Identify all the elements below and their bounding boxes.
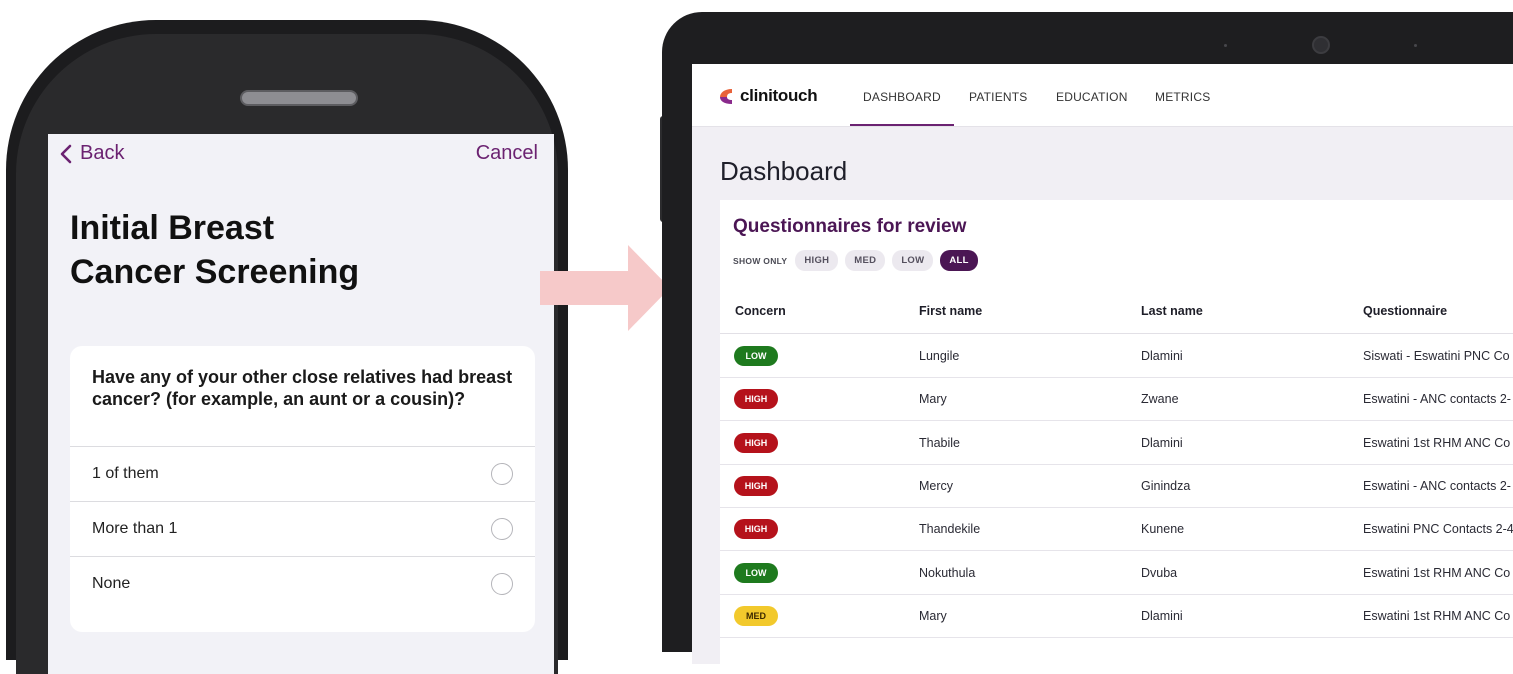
tab-education[interactable]: EDUCATION xyxy=(1056,90,1128,104)
questionnaire-title-line: Cancer Screening xyxy=(70,253,360,291)
back-button[interactable]: Back xyxy=(60,142,124,165)
camera-icon xyxy=(1312,36,1330,54)
cell-last: Kunene xyxy=(1141,522,1185,537)
cell-first: Mercy xyxy=(919,478,954,493)
concern-badge: LOW xyxy=(734,346,778,366)
brand-logo[interactable]: clinitouch xyxy=(718,86,818,106)
answer-option[interactable]: None xyxy=(70,557,535,611)
questionnaire-title: Initial Breast Cancer Screening xyxy=(70,206,530,294)
tablet-screen: clinitouch DASHBOARD PATIENTS EDUCATION … xyxy=(692,64,1513,664)
tab-dashboard[interactable]: DASHBOARD xyxy=(850,90,954,126)
radio-empty-icon[interactable] xyxy=(491,463,513,485)
cell-first: Thabile xyxy=(919,435,960,450)
table-row[interactable]: HIGH Mercy Ginindza Eswatini - ANC contacts… xyxy=(720,464,1513,508)
radio-empty-icon[interactable] xyxy=(491,573,513,595)
cell-questionnaire: Siswati - Eswatini PNC Co xyxy=(1363,349,1510,363)
cell-questionnaire: Eswatini - ANC contacts 2- xyxy=(1363,478,1511,493)
answer-option[interactable]: 1 of them xyxy=(70,447,535,502)
cell-last: Ginindza xyxy=(1141,478,1191,493)
column-header-concern[interactable]: Concern xyxy=(735,304,786,318)
table-row[interactable]: HIGH Thandekile Kunene Eswatini PNC Contact… xyxy=(720,507,1513,552)
phone-nav-bar: Back Cancel xyxy=(48,142,554,178)
page-title: Dashboard xyxy=(720,156,848,186)
concern-badge: HIGH xyxy=(734,432,778,453)
panel-title: Questionnaires for review xyxy=(733,216,967,237)
sensor-dot xyxy=(1224,44,1227,47)
cancel-button[interactable]: Cancel xyxy=(476,142,538,165)
top-navigation: clinitouch DASHBOARD PATIENTS EDUCATION … xyxy=(692,64,1513,127)
question-card: Have any of your other close relatives h… xyxy=(70,346,535,632)
table-row[interactable]: HIGH Thabile Dlamini Eswatini 1st RHM ANC C… xyxy=(720,421,1513,465)
column-header-last-name[interactable]: Last name xyxy=(1141,304,1203,318)
phone-screen: Back Cancel Initial Breast Cancer Screen… xyxy=(48,134,554,674)
column-header-questionnaire[interactable]: Questionnaire xyxy=(1363,304,1447,318)
right-arrow-icon xyxy=(540,245,670,331)
tablet-device: clinitouch DASHBOARD PATIENTS EDUCATION … xyxy=(662,12,1513,664)
cell-last: Zwane xyxy=(1141,392,1179,407)
filter-med[interactable]: MED xyxy=(845,250,886,271)
chevron-left-icon xyxy=(60,144,72,163)
column-header-first-name[interactable]: First name xyxy=(919,304,982,318)
table-row[interactable]: HIGH Mary Zwane Eswatini - ANC contacts 2- xyxy=(720,377,1513,422)
answer-option[interactable]: More than 1 xyxy=(70,502,535,557)
filter-all[interactable]: ALL xyxy=(940,250,978,271)
cell-questionnaire: Eswatini 1st RHM ANC Co xyxy=(1363,608,1511,623)
phone-bezel: Back Cancel Initial Breast Cancer Screen… xyxy=(16,34,558,674)
table-row[interactable]: LOW Lungile Dlamini Siswati - Eswatini PNC … xyxy=(720,334,1513,378)
cell-first: Thandekile xyxy=(919,522,981,537)
sensor-dot xyxy=(1414,44,1417,47)
concern-badge: MED xyxy=(734,605,778,626)
concern-badge: LOW xyxy=(734,562,778,583)
radio-empty-icon[interactable] xyxy=(491,518,513,540)
phone-device: Back Cancel Initial Breast Cancer Screen… xyxy=(6,20,568,674)
cell-questionnaire: Eswatini PNC Contacts 2-4 xyxy=(1363,522,1513,537)
filter-high[interactable]: HIGH xyxy=(795,250,839,271)
review-panel: Questionnaires for review SHOW ONLY HIGH… xyxy=(720,200,1513,664)
cell-questionnaire: Eswatini - ANC contacts 2- xyxy=(1363,392,1511,407)
answer-label: 1 of them xyxy=(92,465,159,482)
questionnaire-title-line: Initial Breast xyxy=(70,209,275,247)
cell-first: Mary xyxy=(919,608,947,623)
answer-label: None xyxy=(92,575,131,592)
phone-speaker xyxy=(240,90,358,106)
cell-first: Lungile xyxy=(919,349,960,363)
cell-last: Dlamini xyxy=(1141,349,1183,363)
concern-filter-bar: SHOW ONLY HIGH MED LOW ALL xyxy=(733,250,985,271)
clinitouch-logo-icon xyxy=(720,89,732,104)
concern-badge: HIGH xyxy=(734,519,778,540)
back-label: Back xyxy=(80,142,125,164)
cell-questionnaire: Eswatini 1st RHM ANC Co xyxy=(1363,565,1511,580)
concern-badge: HIGH xyxy=(734,389,778,410)
table-row[interactable]: MED Mary Dlamini Eswatini 1st RHM ANC Co xyxy=(720,594,1513,638)
cell-questionnaire: Eswatini 1st RHM ANC Co xyxy=(1363,435,1511,450)
filter-label: SHOW ONLY xyxy=(733,255,788,266)
cell-last: Dvuba xyxy=(1141,565,1178,580)
cell-first: Mary xyxy=(919,392,947,407)
concern-badge: HIGH xyxy=(734,475,778,496)
cell-last: Dlamini xyxy=(1141,608,1183,623)
tab-metrics[interactable]: METRICS xyxy=(1155,90,1210,104)
question-text: Have any of your other close relatives h… xyxy=(70,346,535,447)
tab-patients[interactable]: PATIENTS xyxy=(969,90,1028,104)
cell-last: Dlamini xyxy=(1141,435,1183,450)
brand-name: clinitouch xyxy=(740,86,818,105)
answer-label: More than 1 xyxy=(92,520,178,537)
filter-low[interactable]: LOW xyxy=(892,250,934,271)
cell-first: Nokuthula xyxy=(919,565,976,580)
table-row[interactable]: LOW Nokuthula Dvuba Eswatini 1st RHM ANC Co xyxy=(720,551,1513,595)
